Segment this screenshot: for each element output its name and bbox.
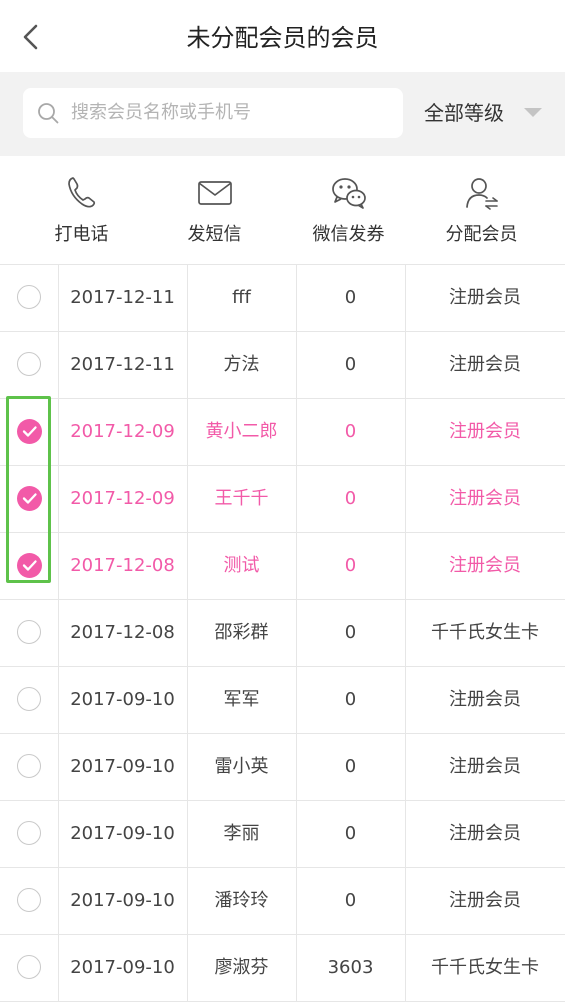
member-type: 注册会员 [449,421,521,442]
member-type: 注册会员 [449,555,521,576]
assign-member-label: 分配会员 [445,224,518,245]
join-date: 2017-12-09 [58,398,188,465]
grade-filter-dropdown[interactable]: 全部等级 [424,88,504,138]
table-row[interactable]: 2017-12-08 邵彩群 0 千千氏女生卡 [0,599,565,667]
table-row[interactable]: 2017-12-09 黄小二郎 0 注册会员 [0,398,565,466]
member-name: 潘玲玲 [187,867,297,934]
row-select-cell[interactable] [0,264,59,331]
join-date: 2017-12-08 [58,532,188,599]
member-type: 注册会员 [449,756,521,777]
radio-button[interactable] [17,955,41,979]
action-toolbar: 打电话 发短信 微信发券 分配会员 [0,156,565,265]
row-select-cell[interactable] [0,465,59,532]
row-select-cell[interactable] [0,800,59,867]
assign-member-icon [465,178,498,210]
search-icon [38,103,59,124]
member-name: fff [187,264,297,331]
table-row[interactable]: 2017-09-10 军军 0 注册会员 [0,666,565,734]
member-value: 0 [296,331,406,398]
table-row[interactable]: 2017-12-09 王千千 0 注册会员 [0,465,565,533]
radio-button[interactable] [17,352,41,376]
join-date: 2017-09-10 [58,867,188,934]
member-value: 0 [296,800,406,867]
assign-member-button[interactable]: 分配会员 [411,156,552,264]
checked-radio-icon[interactable] [17,553,42,578]
table-row[interactable]: 2017-09-10 廖淑芬 3603 千千氏女生卡 [0,934,565,1002]
join-date: 2017-09-10 [58,800,188,867]
table-row[interactable]: 2017-09-10 李丽 0 注册会员 [0,800,565,868]
radio-button[interactable] [17,821,41,845]
member-value: 3603 [296,934,406,1001]
table-row[interactable]: 2017-12-11 方法 0 注册会员 [0,331,565,399]
wechat-icon [331,178,366,209]
member-value: 0 [296,867,406,934]
member-value: 0 [296,264,406,331]
radio-button[interactable] [17,754,41,778]
call-label: 打电话 [54,224,109,245]
row-select-cell[interactable] [0,398,59,465]
member-value: 0 [296,398,406,465]
table-row[interactable]: 2017-09-10 雷小英 0 注册会员 [0,733,565,801]
checked-radio-icon[interactable] [17,486,42,511]
join-date: 2017-09-10 [58,934,188,1001]
caret-down-icon[interactable] [524,108,542,117]
member-type: 注册会员 [449,823,521,844]
radio-button[interactable] [17,687,41,711]
member-name: 李丽 [187,800,297,867]
sms-button[interactable]: 发短信 [144,156,285,264]
row-select-cell[interactable] [0,532,59,599]
radio-button[interactable] [17,620,41,644]
member-name: 邵彩群 [187,599,297,666]
radio-button[interactable] [17,285,41,309]
nav-bar: 未分配会员的会员 [0,0,565,72]
row-select-cell[interactable] [0,331,59,398]
join-date: 2017-12-11 [58,331,188,398]
search-input[interactable]: 搜索会员名称或手机号 [23,88,403,138]
join-date: 2017-09-10 [58,733,188,800]
search-placeholder: 搜索会员名称或手机号 [71,102,251,123]
join-date: 2017-12-09 [58,465,188,532]
member-name: 测试 [187,532,297,599]
member-name: 方法 [187,331,297,398]
member-value: 0 [296,599,406,666]
member-value: 0 [296,465,406,532]
row-select-cell[interactable] [0,733,59,800]
join-date: 2017-09-10 [58,666,188,733]
member-type: 注册会员 [449,354,521,375]
member-type: 千千氏女生卡 [431,957,539,978]
member-type: 注册会员 [449,287,521,308]
member-name: 王千千 [187,465,297,532]
join-date: 2017-12-08 [58,599,188,666]
wechat-coupon-label: 微信发券 [312,224,385,245]
checked-radio-icon[interactable] [17,419,42,444]
member-name: 廖淑芬 [187,934,297,1001]
row-select-cell[interactable] [0,867,59,934]
row-select-cell[interactable] [0,934,59,1001]
table-row[interactable]: 2017-09-10 潘玲玲 0 注册会员 [0,867,565,935]
member-name: 军军 [187,666,297,733]
wechat-coupon-button[interactable]: 微信发券 [278,156,419,264]
filter-bar: 搜索会员名称或手机号 全部等级 [0,72,565,156]
radio-button[interactable] [17,888,41,912]
member-type: 注册会员 [449,689,521,710]
member-name: 黄小二郎 [187,398,297,465]
phone-icon [67,177,95,208]
sms-label: 发短信 [187,224,242,245]
member-type: 注册会员 [449,890,521,911]
row-select-cell[interactable] [0,599,59,666]
member-type: 千千氏女生卡 [431,622,539,643]
join-date: 2017-12-11 [58,264,188,331]
member-value: 0 [296,532,406,599]
member-value: 0 [296,733,406,800]
member-type: 注册会员 [449,488,521,509]
call-button[interactable]: 打电话 [11,156,152,264]
member-name: 雷小英 [187,733,297,800]
mail-icon [197,181,232,205]
member-value: 0 [296,666,406,733]
table-row[interactable]: 2017-12-11 fff 0 注册会员 [0,264,565,332]
table-row[interactable]: 2017-12-08 测试 0 注册会员 [0,532,565,600]
page-title: 未分配会员的会员 [186,24,379,52]
row-select-cell[interactable] [0,666,59,733]
